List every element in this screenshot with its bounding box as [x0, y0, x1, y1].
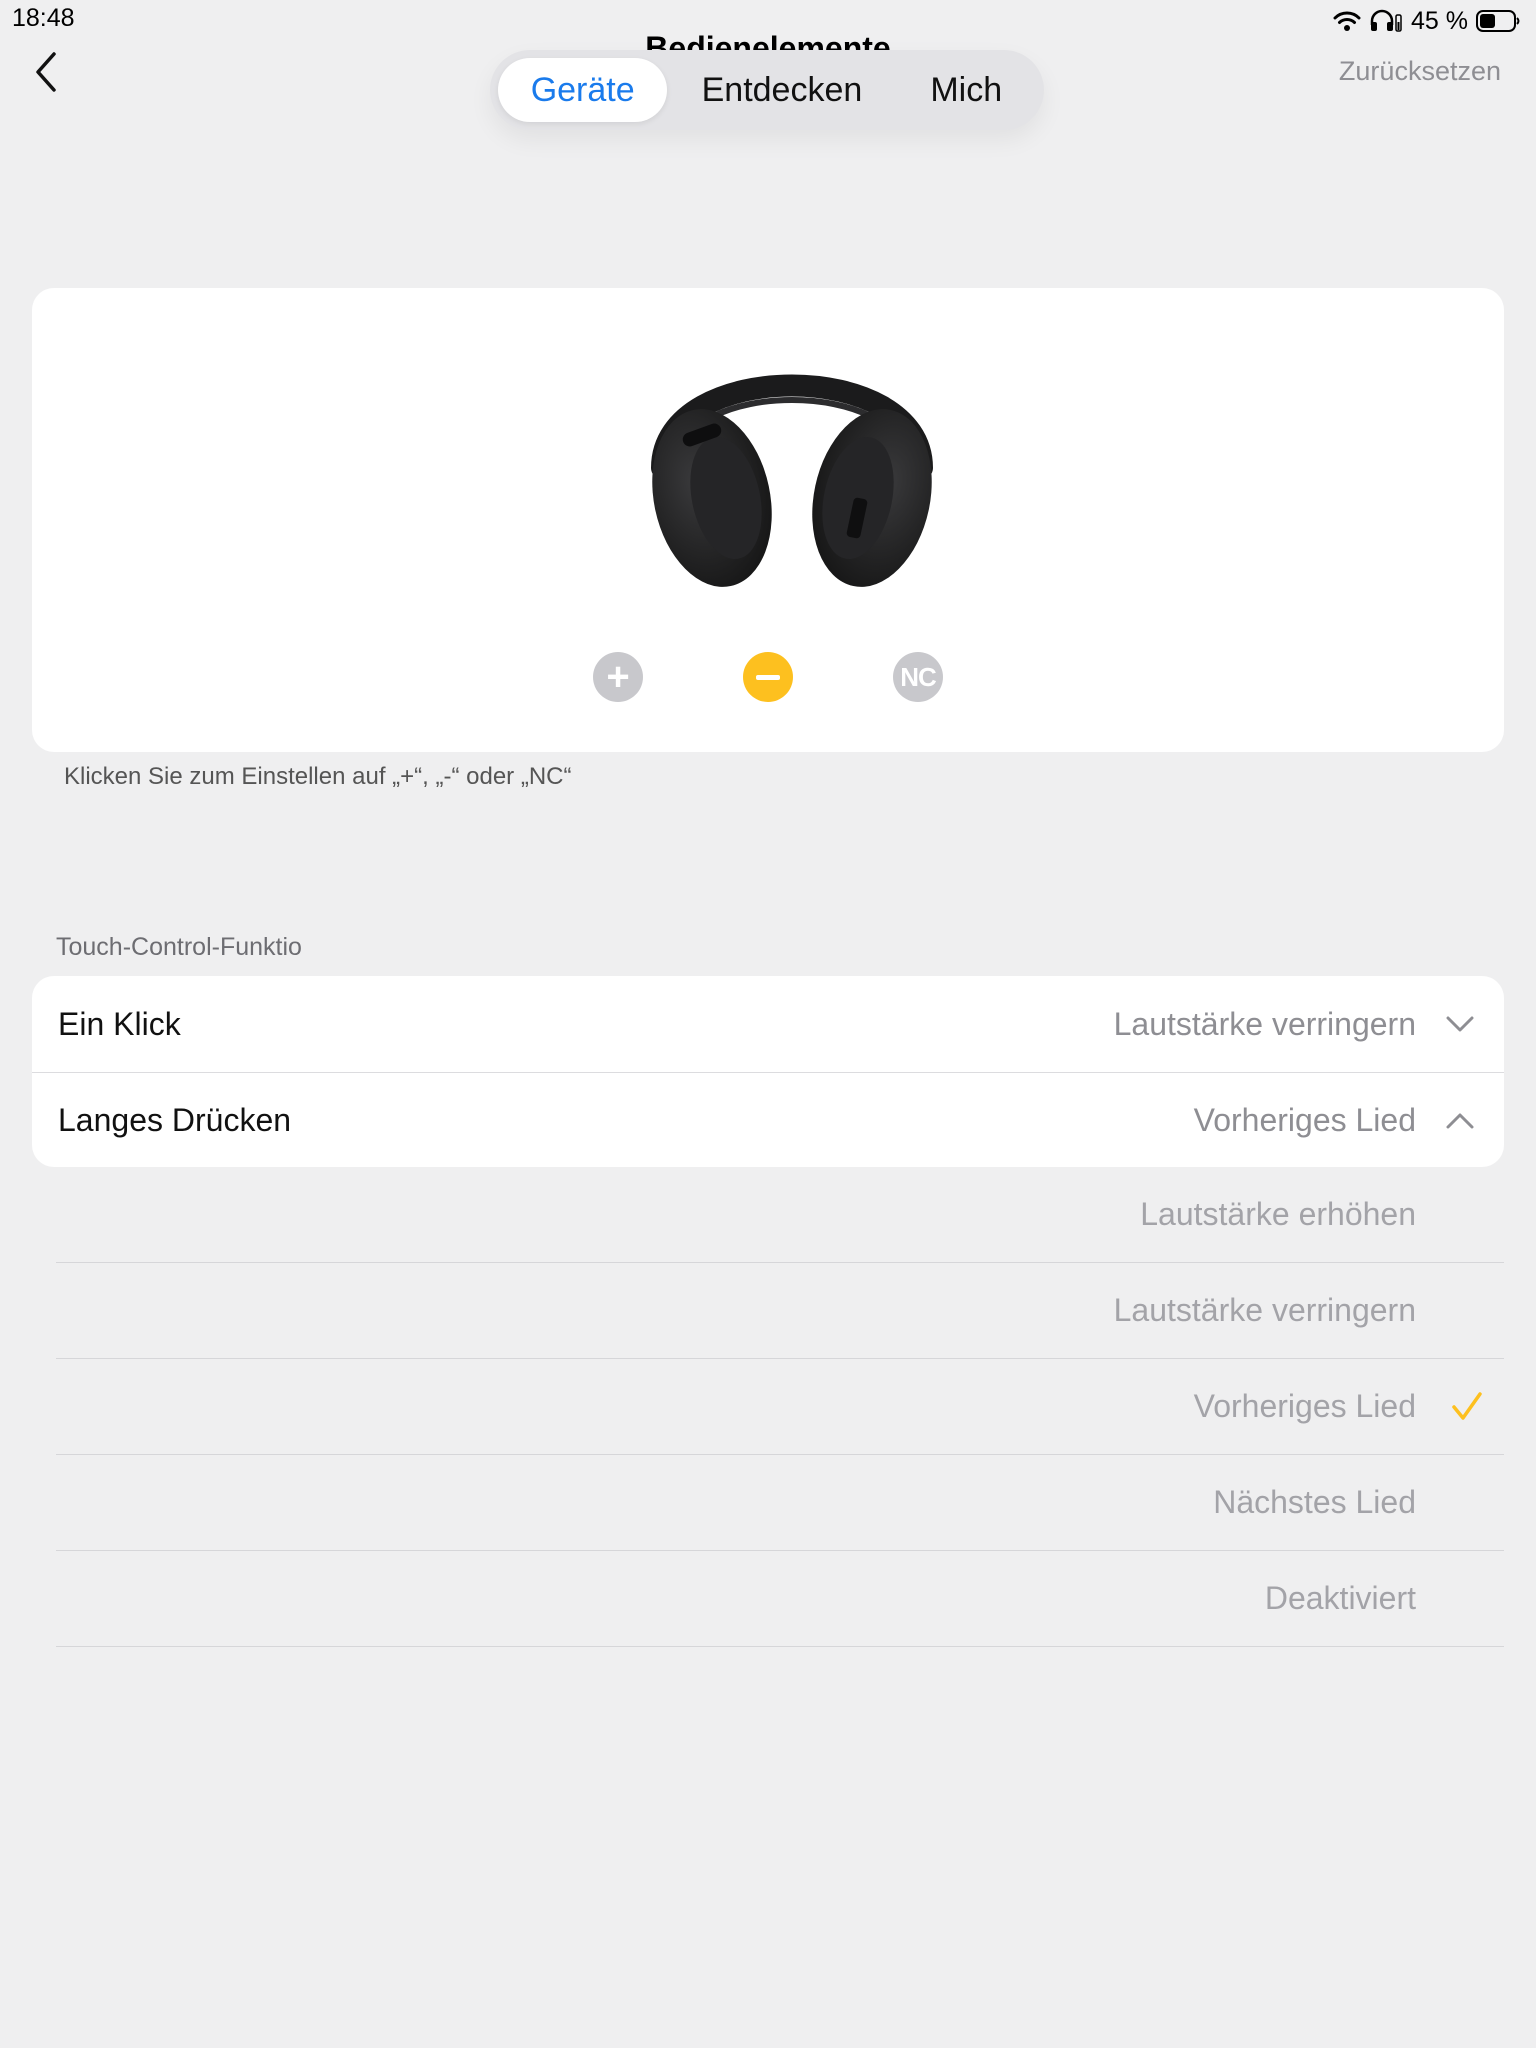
chevron-left-icon [36, 52, 56, 92]
option-item[interactable]: Nächstes Lied [56, 1455, 1504, 1551]
status-time: 18:48 [12, 4, 75, 32]
plus-icon: + [606, 655, 630, 699]
checkmark-icon [1452, 1391, 1482, 1420]
option-label: Deaktiviert [1264, 1580, 1416, 1616]
segmented-tabs: Geräte Entdecken Mich [490, 50, 1044, 130]
option-item-selected[interactable]: Vorheriges Lied [56, 1359, 1504, 1455]
wifi-icon [1333, 10, 1361, 32]
device-card: + NC [32, 288, 1504, 752]
setting-value: Lautstärke verringern [1113, 1005, 1416, 1042]
reset-button[interactable]: Zurücksetzen [1339, 56, 1501, 87]
control-nc-button[interactable]: NC [893, 652, 943, 702]
control-minus-button[interactable] [743, 652, 793, 702]
option-label: Nächstes Lied [1213, 1484, 1416, 1520]
nc-label: NC [900, 661, 937, 692]
tab-mich[interactable]: Mich [897, 58, 1036, 122]
option-item[interactable]: Lautstärke erhöhen [56, 1167, 1504, 1263]
tab-entdecken[interactable]: Entdecken [667, 58, 896, 122]
setting-label: Ein Klick [58, 1005, 181, 1042]
setting-row-single-click[interactable]: Ein Klick Lautstärke verringern [32, 976, 1504, 1072]
setting-label: Langes Drücken [58, 1102, 292, 1138]
minus-icon [756, 674, 780, 680]
headphones-image [642, 348, 942, 608]
chevron-down-icon [1446, 1016, 1474, 1032]
option-label: Lautstärke erhöhen [1140, 1196, 1416, 1232]
controls-hint: Klicken Sie zum Einstellen auf „+“, „-“ … [64, 763, 572, 790]
option-label: Vorheriges Lied [1193, 1388, 1416, 1424]
control-plus-button[interactable]: + [593, 652, 643, 702]
setting-value: Vorheriges Lied [1193, 1102, 1416, 1138]
option-item[interactable]: Lautstärke verringern [56, 1263, 1504, 1359]
setting-row-long-press[interactable]: Langes Drücken Vorheriges Lied [32, 1072, 1504, 1167]
option-item[interactable]: Deaktiviert [56, 1551, 1504, 1647]
touch-settings-card: Ein Klick Lautstärke verringern Langes D… [32, 976, 1504, 1167]
chevron-up-icon [1446, 1113, 1474, 1128]
option-label: Lautstärke verringern [1113, 1292, 1416, 1328]
long-press-options-list: Lautstärke erhöhen Lautstärke verringern… [56, 1167, 1504, 1647]
tab-geraete[interactable]: Geräte [498, 58, 668, 122]
section-label-touch-control: Touch-Control-Funktio [56, 933, 302, 961]
